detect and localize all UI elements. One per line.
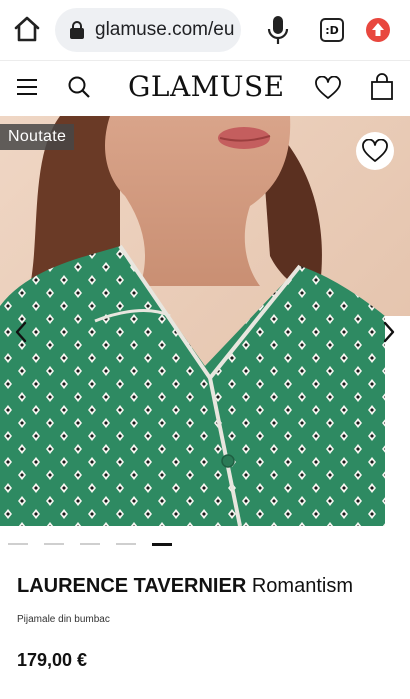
chevron-left-icon [15,321,27,343]
browser-toolbar: glamuse.com/eu :D [0,0,410,60]
mic-icon [267,16,289,44]
site-logo[interactable]: GLAMUSE [128,70,284,103]
product-image-carousel[interactable]: Noutate [0,116,410,526]
product-price: 179,00 € [17,650,88,670]
product-brand[interactable]: LAURENCE TAVERNIER [17,575,246,597]
lock-icon [70,21,84,39]
carousel-dot[interactable] [44,543,64,545]
carousel-dot[interactable] [8,543,28,545]
carousel-dot[interactable] [80,543,100,545]
site-header: GLAMUSE [0,60,410,116]
bag-icon [371,73,393,100]
heart-icon [315,75,341,99]
heart-icon [362,139,388,162]
chevron-right-icon [383,321,395,343]
product-subtitle: Pijamale din bumbac [17,614,110,625]
cart-button[interactable] [370,73,394,101]
next-image-button[interactable] [380,320,398,344]
address-bar[interactable]: glamuse.com/eu [55,8,241,52]
update-icon [372,23,384,36]
carousel-dot[interactable] [116,543,136,545]
voice-search-button[interactable] [266,14,290,46]
product-title: LAURENCE TAVERNIER Romantism [17,575,353,598]
search-icon [68,76,90,98]
previous-image-button[interactable] [12,320,30,344]
url-text: glamuse.com/eu [95,19,235,40]
carousel-pagination [0,540,410,548]
update-button[interactable] [366,18,390,42]
search-button[interactable] [67,75,91,99]
add-to-wishlist-button[interactable] [356,132,394,170]
menu-button[interactable] [16,77,38,97]
wishlist-button[interactable] [315,75,341,100]
home-button[interactable] [12,14,42,44]
tabs-button[interactable]: :D [320,18,344,42]
product-collection: Romantism [251,575,353,597]
home-icon [14,16,40,42]
tabs-icon: :D [325,23,339,37]
menu-icon [17,79,37,95]
new-badge: Noutate [0,124,75,150]
product-photo [0,116,410,526]
carousel-dot[interactable] [152,543,172,546]
